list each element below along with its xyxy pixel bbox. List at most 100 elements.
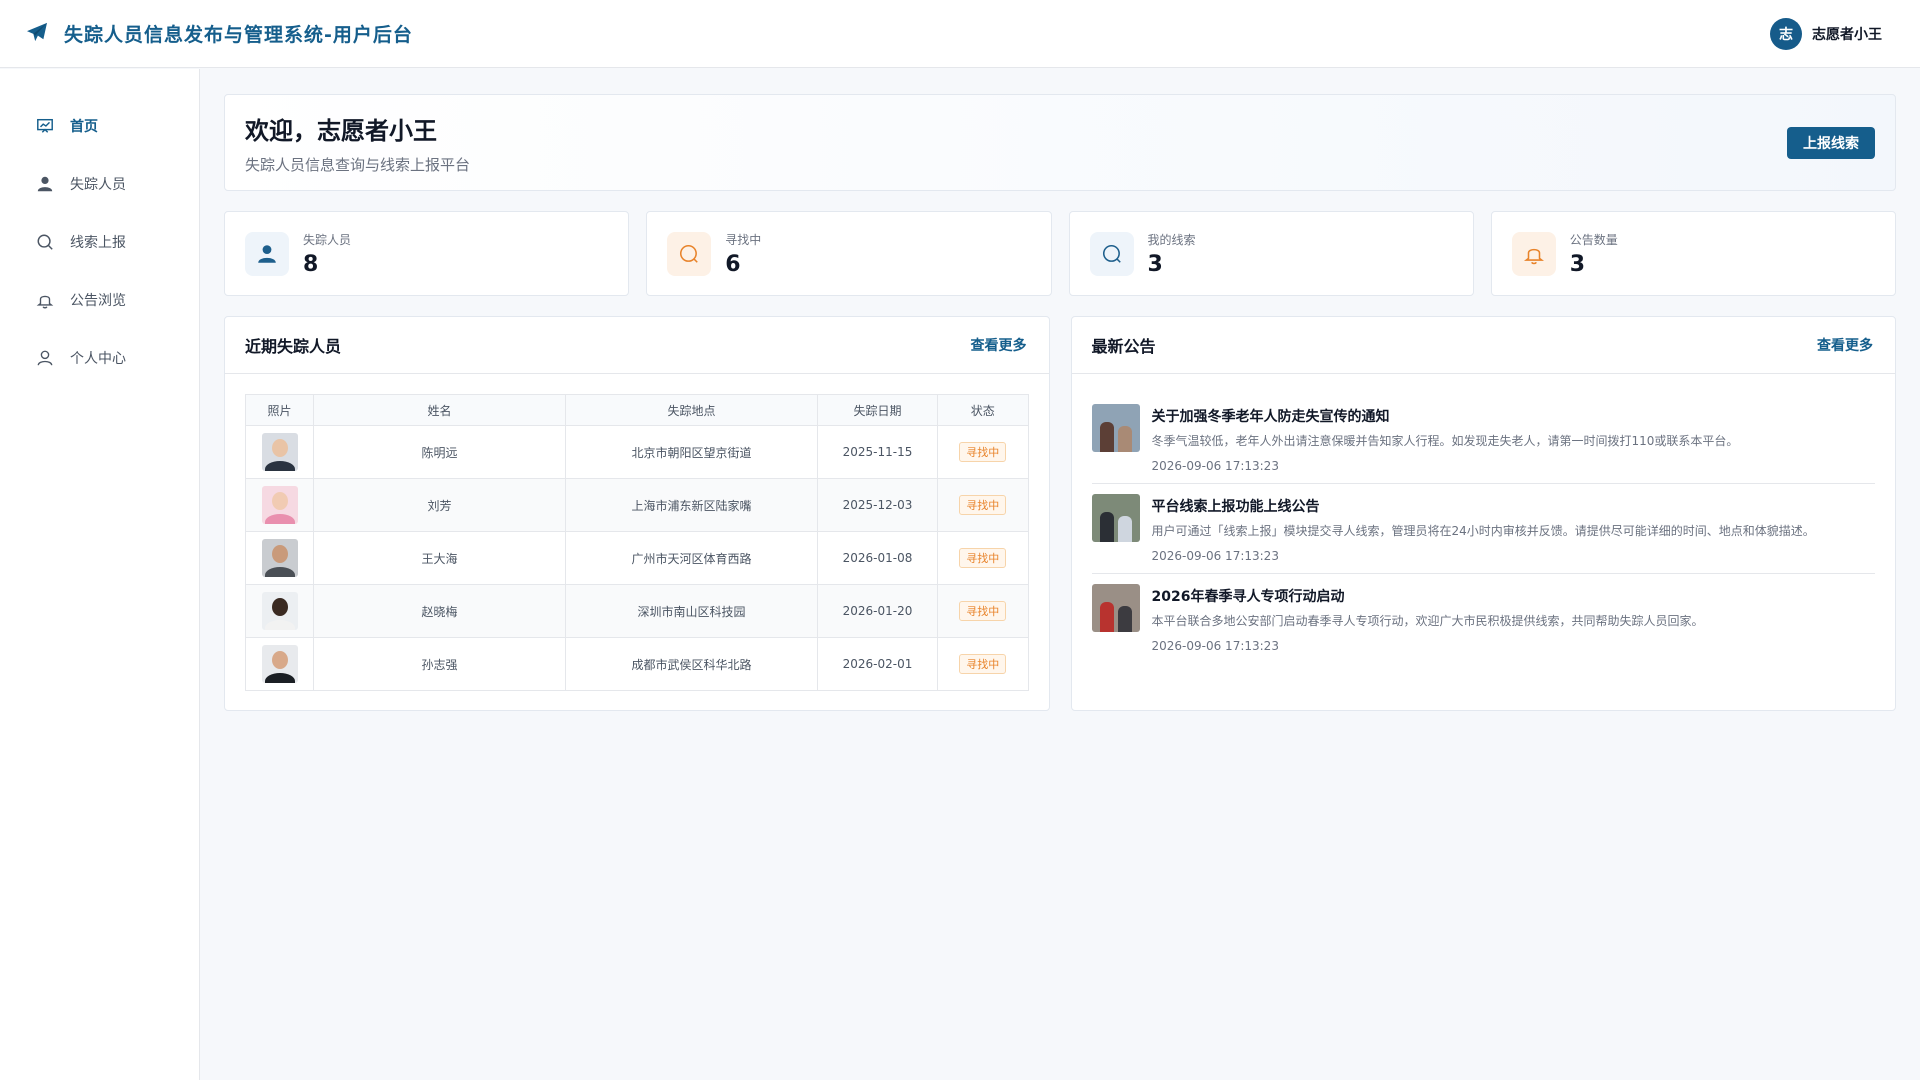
table-row[interactable]: 刘芳 上海市浦东新区陆家嘴 2025-12-03 寻找中 bbox=[245, 478, 1029, 532]
stat-card-announcements: 公告数量 3 bbox=[1490, 211, 1896, 296]
sidebar-item-label: 失踪人员 bbox=[70, 177, 126, 193]
person-name: 赵晓梅 bbox=[313, 584, 566, 638]
announcement-title: 关于加强冬季老年人防走失宣传的通知 bbox=[1151, 409, 1390, 425]
sidebar-item-label: 个人中心 bbox=[70, 351, 126, 367]
announcement-item[interactable]: 平台线索上报功能上线公告 用户可通过「线索上报」模块提交寻人线索，管理员将在24… bbox=[1091, 494, 1875, 574]
sidebar-item-announcements[interactable]: 公告浏览 bbox=[0, 271, 199, 329]
brand: 失踪人员信息发布与管理系统-用户后台 bbox=[26, 20, 413, 47]
status-badge: 寻找中 bbox=[959, 548, 1007, 568]
stat-value: 6 bbox=[725, 251, 741, 277]
stat-card-my-clues: 我的线索 3 bbox=[1068, 211, 1474, 296]
status-badge: 寻找中 bbox=[959, 654, 1007, 674]
panel-header: 最新公告 查看更多 bbox=[1071, 317, 1895, 374]
table-row[interactable]: 陈明远 北京市朝阳区望京街道 2025-11-15 寻找中 bbox=[245, 425, 1029, 479]
missing-place: 北京市朝阳区望京街道 bbox=[565, 425, 818, 479]
bell-icon bbox=[1511, 231, 1556, 276]
stat-label: 公告数量 bbox=[1569, 232, 1618, 247]
missing-place: 成都市武侯区科华北路 bbox=[565, 637, 818, 691]
missing-date: 2026-02-01 bbox=[817, 637, 938, 691]
person-name: 王大海 bbox=[313, 531, 566, 585]
panels-row: 近期失踪人员 查看更多 照片 姓名 失踪地点 失踪日期 状态 陈明远 北京市朝阳… bbox=[224, 316, 1896, 711]
stats-row: 失踪人员 8 寻找中 6 我的线索 3 公告数量 3 bbox=[224, 211, 1896, 296]
sidebar-item-report-clue[interactable]: 线索上报 bbox=[0, 213, 199, 271]
person-photo bbox=[261, 539, 298, 577]
table-row[interactable]: 孙志强 成都市武侯区科华北路 2026-02-01 寻找中 bbox=[245, 637, 1029, 691]
stat-value: 3 bbox=[1569, 251, 1586, 277]
column-header: 状态 bbox=[937, 394, 1029, 426]
sidebar-item-missing-persons[interactable]: 失踪人员 bbox=[0, 155, 199, 213]
missing-date: 2025-12-03 bbox=[817, 478, 938, 532]
announcement-list: 关于加强冬季老年人防走失宣传的通知 冬季气温较低，老年人外出请注意保暖并告知家人… bbox=[1072, 374, 1896, 663]
search-icon bbox=[1089, 231, 1134, 276]
top-bar: 失踪人员信息发布与管理系统-用户后台 志 志愿者小王 bbox=[0, 0, 1920, 68]
sidebar-item-label: 首页 bbox=[70, 119, 98, 135]
stat-label: 我的线索 bbox=[1147, 232, 1196, 247]
column-header: 失踪地点 bbox=[565, 394, 818, 426]
announcement-item[interactable]: 关于加强冬季老年人防走失宣传的通知 冬季气温较低，老年人外出请注意保暖并告知家人… bbox=[1091, 404, 1875, 484]
main-content: 欢迎，志愿者小王 失踪人员信息查询与线索上报平台 上报线索 失踪人员 8 寻找中… bbox=[224, 94, 1896, 711]
announcement-item[interactable]: 2026年春季寻人专项行动启动 本平台联合多地公安部门启动春季寻人专项行动，欢迎… bbox=[1091, 584, 1876, 663]
person-photo bbox=[261, 433, 298, 471]
welcome-banner: 欢迎，志愿者小王 失踪人员信息查询与线索上报平台 上报线索 bbox=[224, 94, 1896, 191]
column-header: 姓名 bbox=[313, 394, 566, 426]
panel-header: 近期失踪人员 查看更多 bbox=[225, 317, 1049, 374]
announcement-time: 2026-09-06 17:13:23 bbox=[1151, 549, 1279, 563]
missing-place: 广州市天河区体育西路 bbox=[565, 531, 818, 585]
stat-card-searching: 寻找中 6 bbox=[646, 211, 1052, 296]
announcement-desc: 冬季气温较低，老年人外出请注意保暖并告知家人行程。如发现走失老人，请第一时间拨打… bbox=[1151, 434, 1739, 448]
dashboard-icon bbox=[37, 118, 53, 133]
person-icon bbox=[245, 231, 289, 276]
announcement-desc: 本平台联合多地公安部门启动春季寻人专项行动，欢迎广大市民积极提供线索，共同帮助失… bbox=[1151, 614, 1704, 628]
column-header: 失踪日期 bbox=[817, 394, 938, 426]
person-photo bbox=[261, 645, 298, 683]
view-more-link[interactable]: 查看更多 bbox=[1817, 335, 1873, 355]
person-name: 孙志强 bbox=[313, 637, 566, 691]
person-photo bbox=[261, 592, 298, 630]
recent-missing-panel: 近期失踪人员 查看更多 照片 姓名 失踪地点 失踪日期 状态 陈明远 北京市朝阳… bbox=[224, 316, 1050, 711]
person-icon bbox=[37, 176, 53, 192]
missing-date: 2026-01-20 bbox=[817, 584, 938, 638]
sidebar-item-label: 公告浏览 bbox=[70, 293, 126, 309]
sidebar-item-home[interactable]: 首页 bbox=[0, 97, 199, 155]
status-badge: 寻找中 bbox=[959, 442, 1007, 462]
user-outline-icon bbox=[37, 350, 53, 366]
announcement-thumbnail bbox=[1091, 584, 1140, 632]
announcement-title: 2026年春季寻人专项行动启动 bbox=[1151, 589, 1345, 605]
panel-title: 最新公告 bbox=[1091, 337, 1156, 356]
view-more-link[interactable]: 查看更多 bbox=[971, 335, 1027, 355]
user-name[interactable]: 志愿者小王 bbox=[1812, 24, 1882, 44]
sidebar: 首页 失踪人员 线索上报 公告浏览 个人中心 bbox=[0, 69, 200, 1080]
sidebar-item-profile[interactable]: 个人中心 bbox=[0, 329, 199, 387]
person-photo bbox=[261, 486, 298, 524]
announcement-desc: 用户可通过「线索上报」模块提交寻人线索，管理员将在24小时内审核并反馈。请提供尽… bbox=[1151, 524, 1815, 538]
missing-date: 2025-11-15 bbox=[817, 425, 938, 479]
announcements-panel: 最新公告 查看更多 关于加强冬季老年人防走失宣传的通知 冬季气温较低，老年人外出… bbox=[1070, 316, 1896, 711]
avatar[interactable]: 志 bbox=[1770, 17, 1802, 50]
table-row[interactable]: 王大海 广州市天河区体育西路 2026-01-08 寻找中 bbox=[245, 531, 1029, 585]
app-title: 失踪人员信息发布与管理系统-用户后台 bbox=[64, 24, 413, 46]
welcome-title: 欢迎，志愿者小王 bbox=[245, 116, 437, 145]
search-icon bbox=[37, 234, 53, 250]
table-row[interactable]: 赵晓梅 深圳市南山区科技园 2026-01-20 寻找中 bbox=[245, 584, 1029, 638]
status-badge: 寻找中 bbox=[959, 601, 1007, 621]
missing-persons-table: 照片 姓名 失踪地点 失踪日期 状态 陈明远 北京市朝阳区望京街道 2025-1… bbox=[245, 394, 1029, 691]
announcement-time: 2026-09-06 17:13:23 bbox=[1151, 459, 1279, 473]
bell-icon bbox=[36, 295, 54, 309]
search-icon bbox=[667, 231, 712, 276]
person-name: 刘芳 bbox=[313, 478, 566, 532]
person-name: 陈明远 bbox=[313, 425, 566, 479]
status-badge: 寻找中 bbox=[959, 495, 1007, 515]
report-clue-button[interactable]: 上报线索 bbox=[1787, 126, 1875, 159]
announcement-title: 平台线索上报功能上线公告 bbox=[1151, 499, 1320, 515]
announcement-thumbnail bbox=[1091, 494, 1140, 542]
column-header: 照片 bbox=[245, 394, 314, 426]
missing-place: 上海市浦东新区陆家嘴 bbox=[565, 478, 818, 532]
stat-value: 8 bbox=[303, 251, 319, 277]
stat-card-missing: 失踪人员 8 bbox=[224, 211, 630, 296]
announcement-thumbnail bbox=[1091, 404, 1140, 452]
sidebar-item-label: 线索上报 bbox=[70, 235, 126, 251]
stat-value: 3 bbox=[1147, 251, 1163, 277]
user-menu[interactable]: 志 志愿者小王 bbox=[1770, 17, 1882, 50]
stat-label: 寻找中 bbox=[725, 232, 762, 247]
announcement-time: 2026-09-06 17:13:23 bbox=[1151, 639, 1279, 653]
